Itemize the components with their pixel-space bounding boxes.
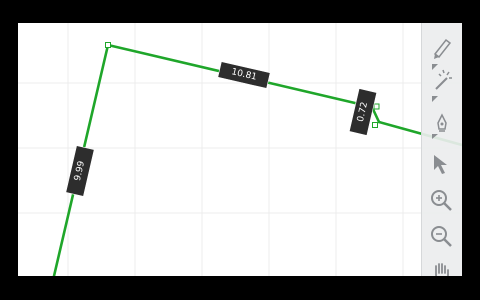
zoom-out-icon <box>431 226 452 247</box>
dimension-label-top: 10.81 <box>217 61 271 89</box>
pen-nib-icon <box>432 113 447 139</box>
cursor-arrow-icon <box>434 155 447 174</box>
magic-wand-tool[interactable] <box>426 65 458 102</box>
zoom-out-tool[interactable] <box>426 221 458 253</box>
select-tool[interactable] <box>426 149 458 181</box>
pencil-icon <box>432 38 452 70</box>
pan-tool[interactable] <box>426 257 458 276</box>
floorplan-drawing[interactable]: 9.99 10.81 0.72 <box>18 23 462 276</box>
vertex-handle[interactable] <box>105 42 111 48</box>
pencil-tool[interactable] <box>426 31 458 70</box>
zoom-in-tool[interactable] <box>426 185 458 217</box>
vertex-handle[interactable] <box>372 122 378 128</box>
magic-wand-icon <box>432 69 452 102</box>
vertex-handle[interactable] <box>373 103 380 110</box>
drawing-canvas[interactable]: 9.99 10.81 0.72 <box>18 23 462 276</box>
zoom-in-icon <box>431 190 452 211</box>
pen-tool[interactable] <box>426 109 458 141</box>
tool-palette <box>421 23 462 276</box>
hand-icon <box>435 263 449 276</box>
dimension-label-short: 0.72 <box>348 88 378 136</box>
dimension-label-left: 9.99 <box>65 145 95 197</box>
device-screen: 9.99 10.81 0.72 <box>0 0 480 300</box>
